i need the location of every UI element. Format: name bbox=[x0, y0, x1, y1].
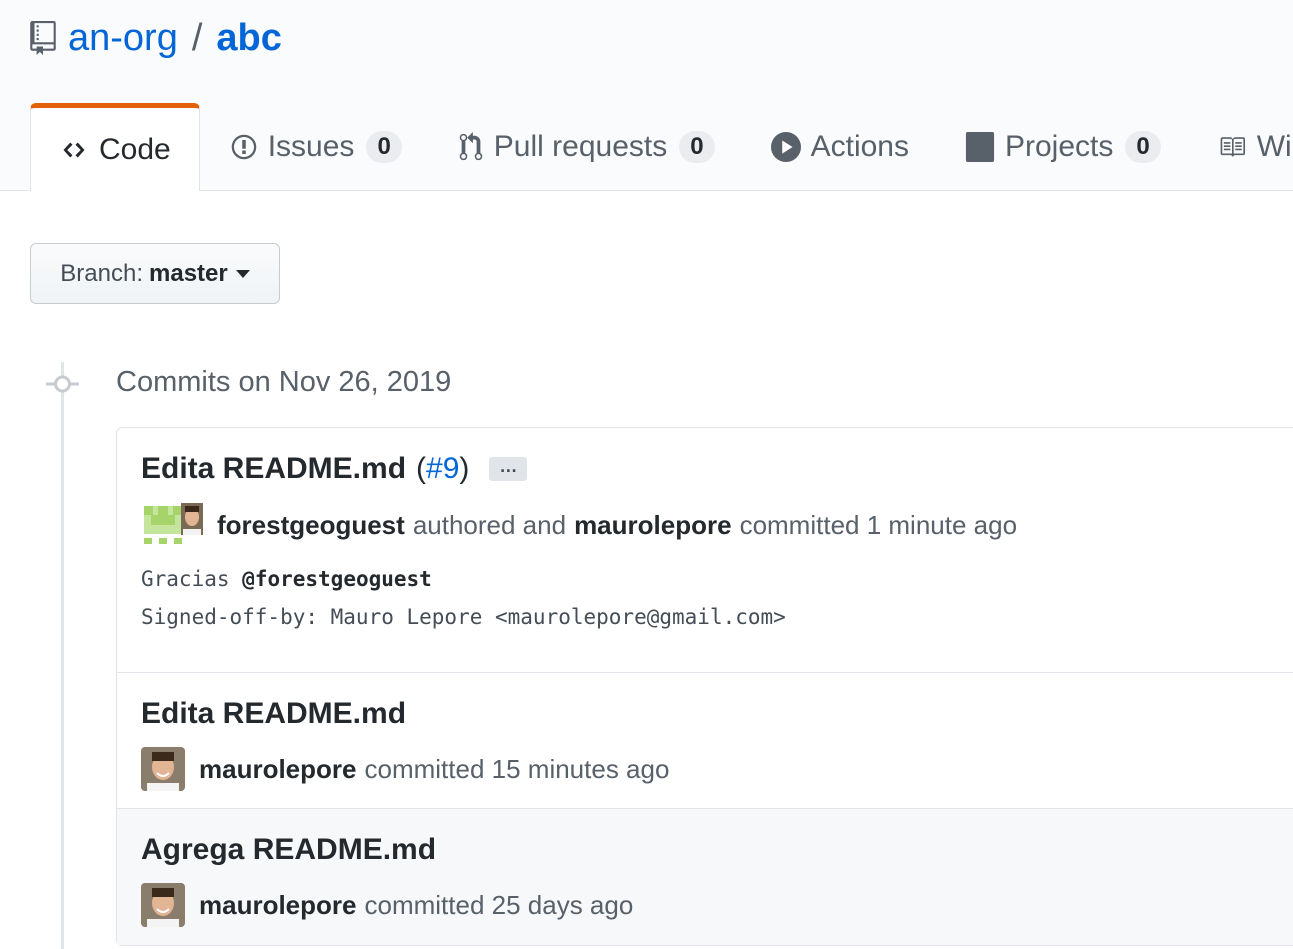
committed-text: committed 1 minute ago bbox=[739, 509, 1018, 540]
commit-list: Edita README.md ( #9 ) … forestgeoguest … bbox=[116, 427, 1293, 946]
committer-link[interactable]: maurolepore bbox=[574, 510, 732, 541]
avatar-forestgeoguest[interactable] bbox=[141, 503, 185, 547]
commit-item: Agrega README.md maurolepore committed 2… bbox=[117, 809, 1293, 945]
commit-item: Edita README.md maurolepore committed 15… bbox=[117, 673, 1293, 809]
repo-nav-tabs: Code Issues 0 Pull requests 0 Actions Pr… bbox=[30, 103, 1293, 191]
author-link[interactable]: forestgeoguest bbox=[217, 510, 405, 541]
timeline-line bbox=[61, 362, 64, 949]
commit-meta: maurolepore committed 15 minutes ago bbox=[141, 747, 669, 791]
signed-off-line: Signed-off-by: Mauro Lepore <maurolepore… bbox=[141, 605, 786, 629]
repo-title: an-org / abc bbox=[30, 14, 282, 62]
commit-message-link[interactable]: Agrega README.md bbox=[141, 833, 436, 867]
caret-down-icon bbox=[235, 269, 250, 278]
repo-owner-link[interactable]: an-org bbox=[68, 17, 178, 60]
pr-link[interactable]: #9 bbox=[426, 452, 459, 486]
tab-pull-requests[interactable]: Pull requests 0 bbox=[430, 103, 743, 191]
code-icon bbox=[63, 142, 85, 157]
repo-header: an-org / abc Code Issues 0 Pull requests… bbox=[0, 0, 1293, 191]
commit-message: Edita README.md bbox=[141, 697, 406, 731]
tab-actions[interactable]: Actions bbox=[743, 103, 937, 191]
tab-issues-label: Issues bbox=[267, 130, 355, 163]
branch-value: master bbox=[149, 259, 228, 287]
repo-icon bbox=[30, 21, 56, 55]
avatar-maurolepore[interactable] bbox=[141, 747, 185, 791]
commit-meta: maurolepore committed 25 days ago bbox=[141, 883, 633, 927]
tab-projects[interactable]: Projects 0 bbox=[937, 103, 1189, 191]
committer-link[interactable]: maurolepore bbox=[199, 754, 357, 785]
issues-counter: 0 bbox=[366, 131, 402, 163]
authored-text: authored and bbox=[412, 509, 567, 540]
play-icon bbox=[770, 132, 801, 162]
tab-wiki[interactable]: Wiki bbox=[1189, 103, 1293, 191]
user-mention-link[interactable]: @forestgeoguest bbox=[242, 567, 432, 591]
pr-close-paren: ) bbox=[459, 452, 470, 485]
commit-message-link[interactable]: Edita README.md bbox=[141, 697, 406, 731]
tab-actions-label: Actions bbox=[810, 130, 909, 163]
description-prefix: Gracias bbox=[141, 567, 230, 591]
commit-message: Agrega README.md bbox=[141, 833, 436, 867]
commit-icon bbox=[46, 375, 79, 393]
repo-separator: / bbox=[191, 16, 203, 59]
commit-message-link[interactable]: Edita README.md bbox=[141, 452, 406, 486]
committer-link[interactable]: maurolepore bbox=[199, 890, 357, 921]
commit-message: Edita README.md ( #9 ) … bbox=[141, 452, 528, 486]
pr-open-paren: ( bbox=[416, 452, 427, 485]
tab-wiki-label: Wiki bbox=[1256, 130, 1293, 163]
branch-label: Branch: bbox=[60, 259, 143, 287]
commit-meta: forestgeoguest authored and maurolepore … bbox=[141, 503, 1017, 547]
tab-pull-requests-label: Pull requests bbox=[493, 130, 668, 163]
branch-select-button[interactable]: Branch: master bbox=[30, 243, 280, 304]
committed-text: committed 15 minutes ago bbox=[364, 753, 670, 784]
tab-issues[interactable]: Issues 0 bbox=[202, 103, 430, 191]
committed-text: committed 25 days ago bbox=[364, 889, 634, 920]
avatar-maurolepore[interactable] bbox=[141, 883, 185, 927]
description-line: Gracias @forestgeoguest bbox=[141, 560, 786, 598]
commit-description: Gracias @forestgeoguest Signed-off-by: M… bbox=[141, 560, 786, 636]
book-icon bbox=[1220, 137, 1245, 157]
issue-icon bbox=[231, 134, 256, 160]
avatar-stack bbox=[141, 503, 203, 547]
project-icon bbox=[965, 132, 995, 162]
repo-name-link[interactable]: abc bbox=[216, 17, 281, 60]
tab-code[interactable]: Code bbox=[30, 103, 200, 191]
pull-requests-counter: 0 bbox=[679, 131, 715, 163]
projects-counter: 0 bbox=[1125, 131, 1161, 163]
commit-item: Edita README.md ( #9 ) … forestgeoguest … bbox=[117, 428, 1293, 673]
expand-description-button[interactable]: … bbox=[489, 457, 528, 481]
tab-projects-label: Projects bbox=[1004, 130, 1114, 163]
commits-group-title: Commits on Nov 26, 2019 bbox=[116, 366, 452, 398]
pull-request-icon bbox=[459, 132, 483, 161]
tab-code-label: Code bbox=[99, 132, 171, 166]
avatar-maurolepore-small[interactable] bbox=[181, 503, 203, 535]
